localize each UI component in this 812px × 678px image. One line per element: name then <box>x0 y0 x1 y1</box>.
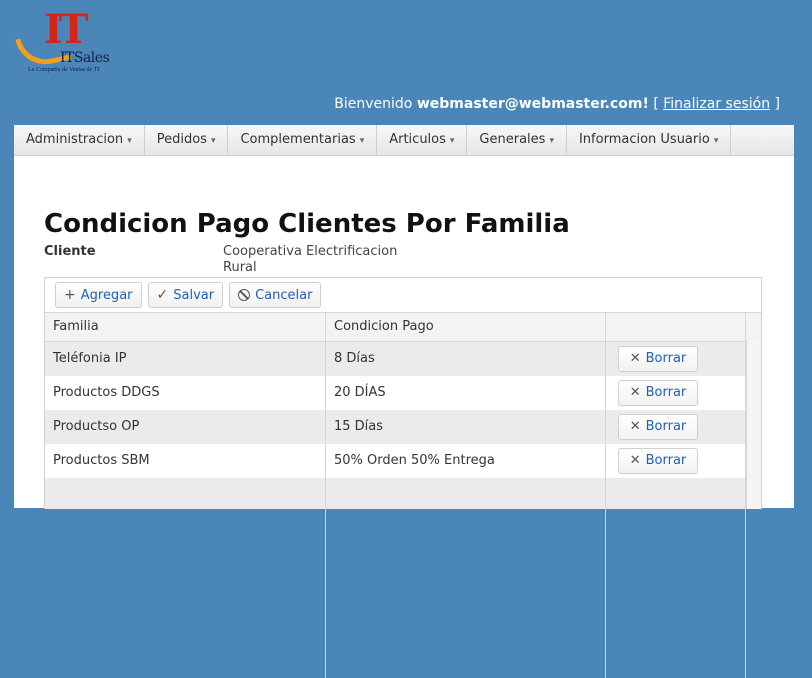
cell-condicion[interactable]: 15 Días <box>326 410 606 444</box>
menu-label: Pedidos <box>156 132 207 147</box>
check-icon: ✓ <box>156 287 169 303</box>
logout-link[interactable]: Finalizar sesión <box>663 96 770 112</box>
cell-actions: ✕ Borrar <box>606 444 746 478</box>
cell-actions: ✕ Borrar <box>606 410 746 444</box>
close-icon: ✕ <box>629 351 641 366</box>
client-label: Cliente <box>44 244 96 259</box>
logo-tagline: La Compañía de Ventas de TI <box>28 67 100 73</box>
empty-cell <box>606 478 746 678</box>
menu-label: Articulos <box>389 132 446 147</box>
cell-condicion[interactable]: 8 Días <box>326 342 606 376</box>
bracket-close: ] <box>774 96 780 112</box>
menu-complementarias[interactable]: Complementarias ▾ <box>228 125 378 155</box>
page-title: Condicion Pago Clientes Por Familia <box>44 209 570 239</box>
chevron-down-icon: ▾ <box>127 136 132 146</box>
column-header-actions <box>606 313 746 341</box>
table-header: Familia Condicion Pago <box>45 313 761 342</box>
empty-cell <box>326 478 606 678</box>
cell-actions: ✕ Borrar <box>606 376 746 410</box>
itsales-logo: IT ITSales La Compañía de Ventas de TI <box>15 4 116 78</box>
chevron-down-icon: ▾ <box>359 136 365 146</box>
cell-familia[interactable]: Productos SBM <box>45 444 326 478</box>
delete-label: Borrar <box>645 351 687 366</box>
welcome-prefix: Bienvenido <box>334 96 413 112</box>
chevron-down-icon: ▾ <box>549 136 554 146</box>
menu-label: Administracion <box>26 132 124 147</box>
table-empty-area <box>45 478 761 678</box>
menu-informacion-usuario[interactable]: Informacion Usuario ▾ <box>567 125 732 155</box>
save-button[interactable]: ✓ Salvar <box>147 282 224 308</box>
main-panel: Administracion ▾ Pedidos ▾ Complementarias… <box>14 125 794 678</box>
delete-button[interactable]: ✕ Borrar <box>618 448 698 474</box>
column-header-familia[interactable]: Familia <box>45 313 326 341</box>
bracket-open: [ <box>653 96 659 112</box>
delete-label: Borrar <box>645 419 687 434</box>
menu-articulos[interactable]: Articulos ▾ <box>377 125 468 155</box>
cell-condicion[interactable]: 50% Orden 50% Entrega <box>326 444 606 478</box>
cell-familia[interactable]: Teléfonia IP <box>45 342 326 376</box>
menu-generales[interactable]: Generales ▾ <box>467 125 567 155</box>
logo-mark: IT <box>44 6 89 53</box>
close-icon: ✕ <box>629 419 641 434</box>
vertical-scrollbar[interactable] <box>746 341 761 509</box>
cell-familia[interactable]: Productso OP <box>45 410 326 444</box>
menu-label: Informacion Usuario <box>578 132 710 147</box>
cancel-button[interactable]: Cancelar <box>229 282 322 308</box>
menu-administracion[interactable]: Administracion ▾ <box>14 125 145 155</box>
table-row[interactable]: Productso OP 15 Días ✕ Borrar <box>45 410 761 444</box>
save-label: Salvar <box>173 287 215 303</box>
menu-pedidos[interactable]: Pedidos ▾ <box>145 125 229 155</box>
table-row[interactable]: Productos SBM 50% Orden 50% Entrega ✕ Bor… <box>45 444 761 478</box>
chevron-down-icon: ▾ <box>449 136 455 146</box>
cell-familia[interactable]: Productos DDGS <box>45 376 326 410</box>
logo-name: ITSales <box>60 50 110 66</box>
table-row[interactable]: Teléfonia IP 8 Días ✕ Borrar <box>45 342 761 376</box>
add-button[interactable]: + Agregar <box>55 282 142 308</box>
menu-label: Complementarias <box>240 132 356 147</box>
grid-toolbar: + Agregar ✓ Salvar Cancelar <box>45 278 761 313</box>
cell-actions: ✕ Borrar <box>606 342 746 376</box>
delete-button[interactable]: ✕ Borrar <box>618 414 698 440</box>
menu-label: Generales <box>479 132 546 147</box>
close-icon: ✕ <box>629 453 641 468</box>
current-user: webmaster@webmaster.com! <box>416 96 649 112</box>
close-icon: ✕ <box>629 385 641 400</box>
chevron-down-icon: ▾ <box>210 136 216 146</box>
empty-cell <box>45 478 326 678</box>
column-header-condicion-pago[interactable]: Condicion Pago <box>326 313 606 341</box>
client-value: Cooperativa Electrificacion Rural <box>223 244 398 275</box>
delete-label: Borrar <box>645 453 687 468</box>
plus-icon: + <box>64 287 76 303</box>
add-label: Agregar <box>80 287 133 303</box>
family-payment-grid: + Agregar ✓ Salvar Cancelar Familia Cond… <box>44 277 762 678</box>
delete-label: Borrar <box>645 385 687 400</box>
delete-button[interactable]: ✕ Borrar <box>618 346 698 372</box>
welcome-bar: Bienvenido webmaster@webmaster.com! [ Fi… <box>334 96 780 112</box>
cell-condicion[interactable]: 20 DÍAS <box>326 376 606 410</box>
delete-button[interactable]: ✕ Borrar <box>618 380 698 406</box>
cancel-icon <box>238 289 251 301</box>
table-row[interactable]: Productos DDGS 20 DÍAS ✕ Borrar <box>45 376 761 410</box>
menu-bar: Administracion ▾ Pedidos ▾ Complementarias… <box>14 125 794 156</box>
chevron-down-icon: ▾ <box>713 136 719 146</box>
cancel-label: Cancelar <box>255 287 313 303</box>
